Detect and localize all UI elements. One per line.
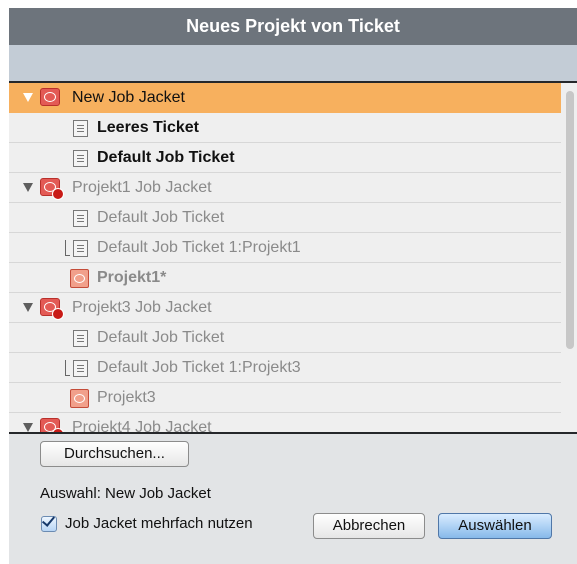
- tree-item-label: Default Job Ticket 1:Projekt1: [97, 239, 301, 256]
- tree-row-default-job-ticket-projekt3[interactable]: Default Job Ticket 1:Projekt3: [9, 353, 561, 383]
- dialog-title: Neues Projekt von Ticket: [9, 8, 577, 45]
- tree-row-new-job-jacket[interactable]: New Job Jacket: [9, 83, 561, 113]
- tree-item-label: Default Job Ticket: [97, 329, 225, 346]
- reuse-job-jacket-checkbox[interactable]: [41, 513, 57, 532]
- job-jacket-error-icon: [40, 178, 64, 200]
- tree-item-label: Leeres Ticket: [97, 119, 199, 136]
- ticket-icon: [73, 210, 88, 227]
- linked-ticket-icon: [65, 240, 70, 256]
- tree-row-empty-ticket[interactable]: Leeres Ticket: [9, 113, 561, 143]
- tree-item-label: Default Job Ticket 1:Projekt3: [97, 359, 301, 376]
- browse-button[interactable]: Durchsuchen...: [40, 441, 189, 467]
- tree-scrollbar[interactable]: [561, 83, 577, 432]
- tree-row-projekt1-job-jacket[interactable]: Projekt1 Job Jacket: [9, 173, 561, 203]
- tree-item-label: Projekt1*: [97, 269, 167, 286]
- tree-item-label: New Job Jacket: [72, 89, 185, 106]
- job-jacket-icon: [40, 88, 60, 106]
- tree-row-default-job-ticket-projekt1[interactable]: Default Job Ticket 1:Projekt1: [9, 233, 561, 263]
- job-jacket-tree[interactable]: New Job Jacket Leeres Ticket Default Job…: [9, 81, 577, 434]
- tree-item-label: Projekt3: [97, 389, 156, 406]
- scrollbar-thumb[interactable]: [566, 91, 574, 349]
- checkmark-icon: [41, 513, 56, 527]
- tree-item-label: Projekt3 Job Jacket: [72, 299, 212, 316]
- project-icon: [70, 389, 89, 408]
- cancel-button[interactable]: Abbrechen: [313, 513, 425, 539]
- project-icon: [70, 269, 89, 288]
- ticket-icon: [73, 150, 88, 167]
- dialog-header-gap: [9, 45, 577, 81]
- job-jacket-error-icon: [40, 298, 64, 320]
- tree-row-projekt1[interactable]: Projekt1*: [9, 263, 561, 293]
- disclosure-triangle-icon[interactable]: [23, 423, 33, 432]
- tree-item-label: Projekt1 Job Jacket: [72, 179, 212, 196]
- disclosure-triangle-icon[interactable]: [23, 303, 33, 312]
- tree-row-projekt3[interactable]: Projekt3: [9, 383, 561, 413]
- ticket-icon: [73, 360, 88, 377]
- disclosure-triangle-icon[interactable]: [23, 93, 33, 102]
- tree-row-default-job-ticket[interactable]: Default Job Ticket: [9, 203, 561, 233]
- linked-ticket-icon: [65, 360, 70, 376]
- ticket-icon: [73, 330, 88, 347]
- selection-text: Auswahl: New Job Jacket: [40, 485, 211, 502]
- job-jacket-error-icon: [40, 418, 64, 432]
- ticket-icon: [73, 240, 88, 257]
- tree-row-projekt4-job-jacket[interactable]: Projekt4 Job Jacket: [9, 413, 561, 434]
- disclosure-triangle-icon[interactable]: [23, 183, 33, 192]
- new-project-dialog: Neues Projekt von Ticket New Job Jacket …: [9, 8, 577, 564]
- tree-item-label: Projekt4 Job Jacket: [72, 419, 212, 434]
- tree-row-projekt3-job-jacket[interactable]: Projekt3 Job Jacket: [9, 293, 561, 323]
- tree-item-label: Default Job Ticket: [97, 209, 225, 226]
- reuse-job-jacket-label[interactable]: Job Jacket mehrfach nutzen: [65, 515, 253, 532]
- tree-row-default-job-ticket[interactable]: Default Job Ticket: [9, 143, 561, 173]
- ticket-icon: [73, 120, 88, 137]
- tree-row-default-job-ticket[interactable]: Default Job Ticket: [9, 323, 561, 353]
- select-button[interactable]: Auswählen: [438, 513, 552, 539]
- tree-item-label: Default Job Ticket: [97, 149, 235, 166]
